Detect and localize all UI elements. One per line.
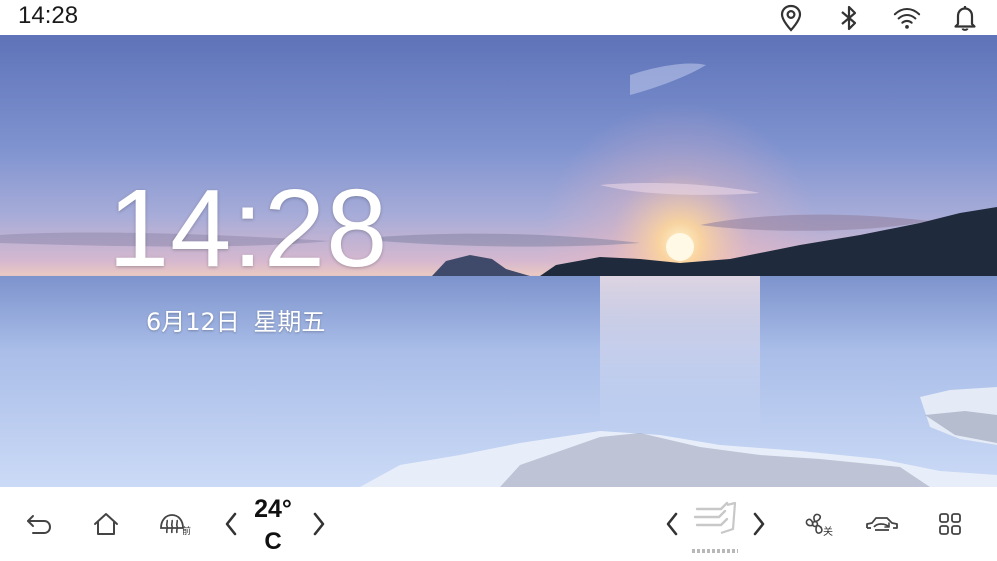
temperature-value: 24° [254, 495, 292, 523]
chevron-right-icon [313, 512, 325, 536]
chevron-left-icon [666, 512, 678, 536]
air-recirculation-button[interactable] [865, 507, 899, 541]
app-grid-icon [939, 513, 961, 535]
bluetooth-icon[interactable] [835, 4, 863, 32]
back-icon [27, 515, 52, 534]
airflow-mode-button[interactable] [690, 497, 740, 541]
lockscreen-date: 6月12日 星期五 [146, 308, 326, 336]
mode-prev-button[interactable] [655, 507, 689, 541]
mode-next-button[interactable] [742, 507, 776, 541]
fan-status-label: 关 [823, 527, 833, 538]
app-grid-button[interactable] [933, 507, 967, 541]
car-recirculation-icon [866, 517, 898, 531]
lockscreen-clock: 14:28 [108, 167, 389, 290]
home-button[interactable] [89, 507, 123, 541]
airflow-mode-icon [693, 501, 737, 535]
chevron-left-icon [225, 512, 237, 536]
front-defrost-label: 前 [182, 527, 192, 537]
temp-down-button[interactable] [214, 507, 248, 541]
location-icon[interactable] [777, 4, 805, 32]
status-icons [777, 0, 979, 35]
back-button[interactable] [22, 507, 56, 541]
home-icon [94, 513, 118, 535]
wifi-icon[interactable] [893, 4, 921, 32]
notification-bell-icon[interactable] [951, 4, 979, 32]
airflow-mode-indicator [692, 549, 738, 553]
status-time: 14:28 [18, 2, 79, 29]
temp-up-button[interactable] [302, 507, 336, 541]
temperature-unit: C [264, 528, 282, 555]
bottom-dock: 前 24° C 关 [0, 487, 997, 561]
chevron-right-icon [753, 512, 765, 536]
wallpaper: 14:28 6月12日 星期五 [0, 35, 997, 487]
status-bar: 14:28 [0, 0, 997, 35]
